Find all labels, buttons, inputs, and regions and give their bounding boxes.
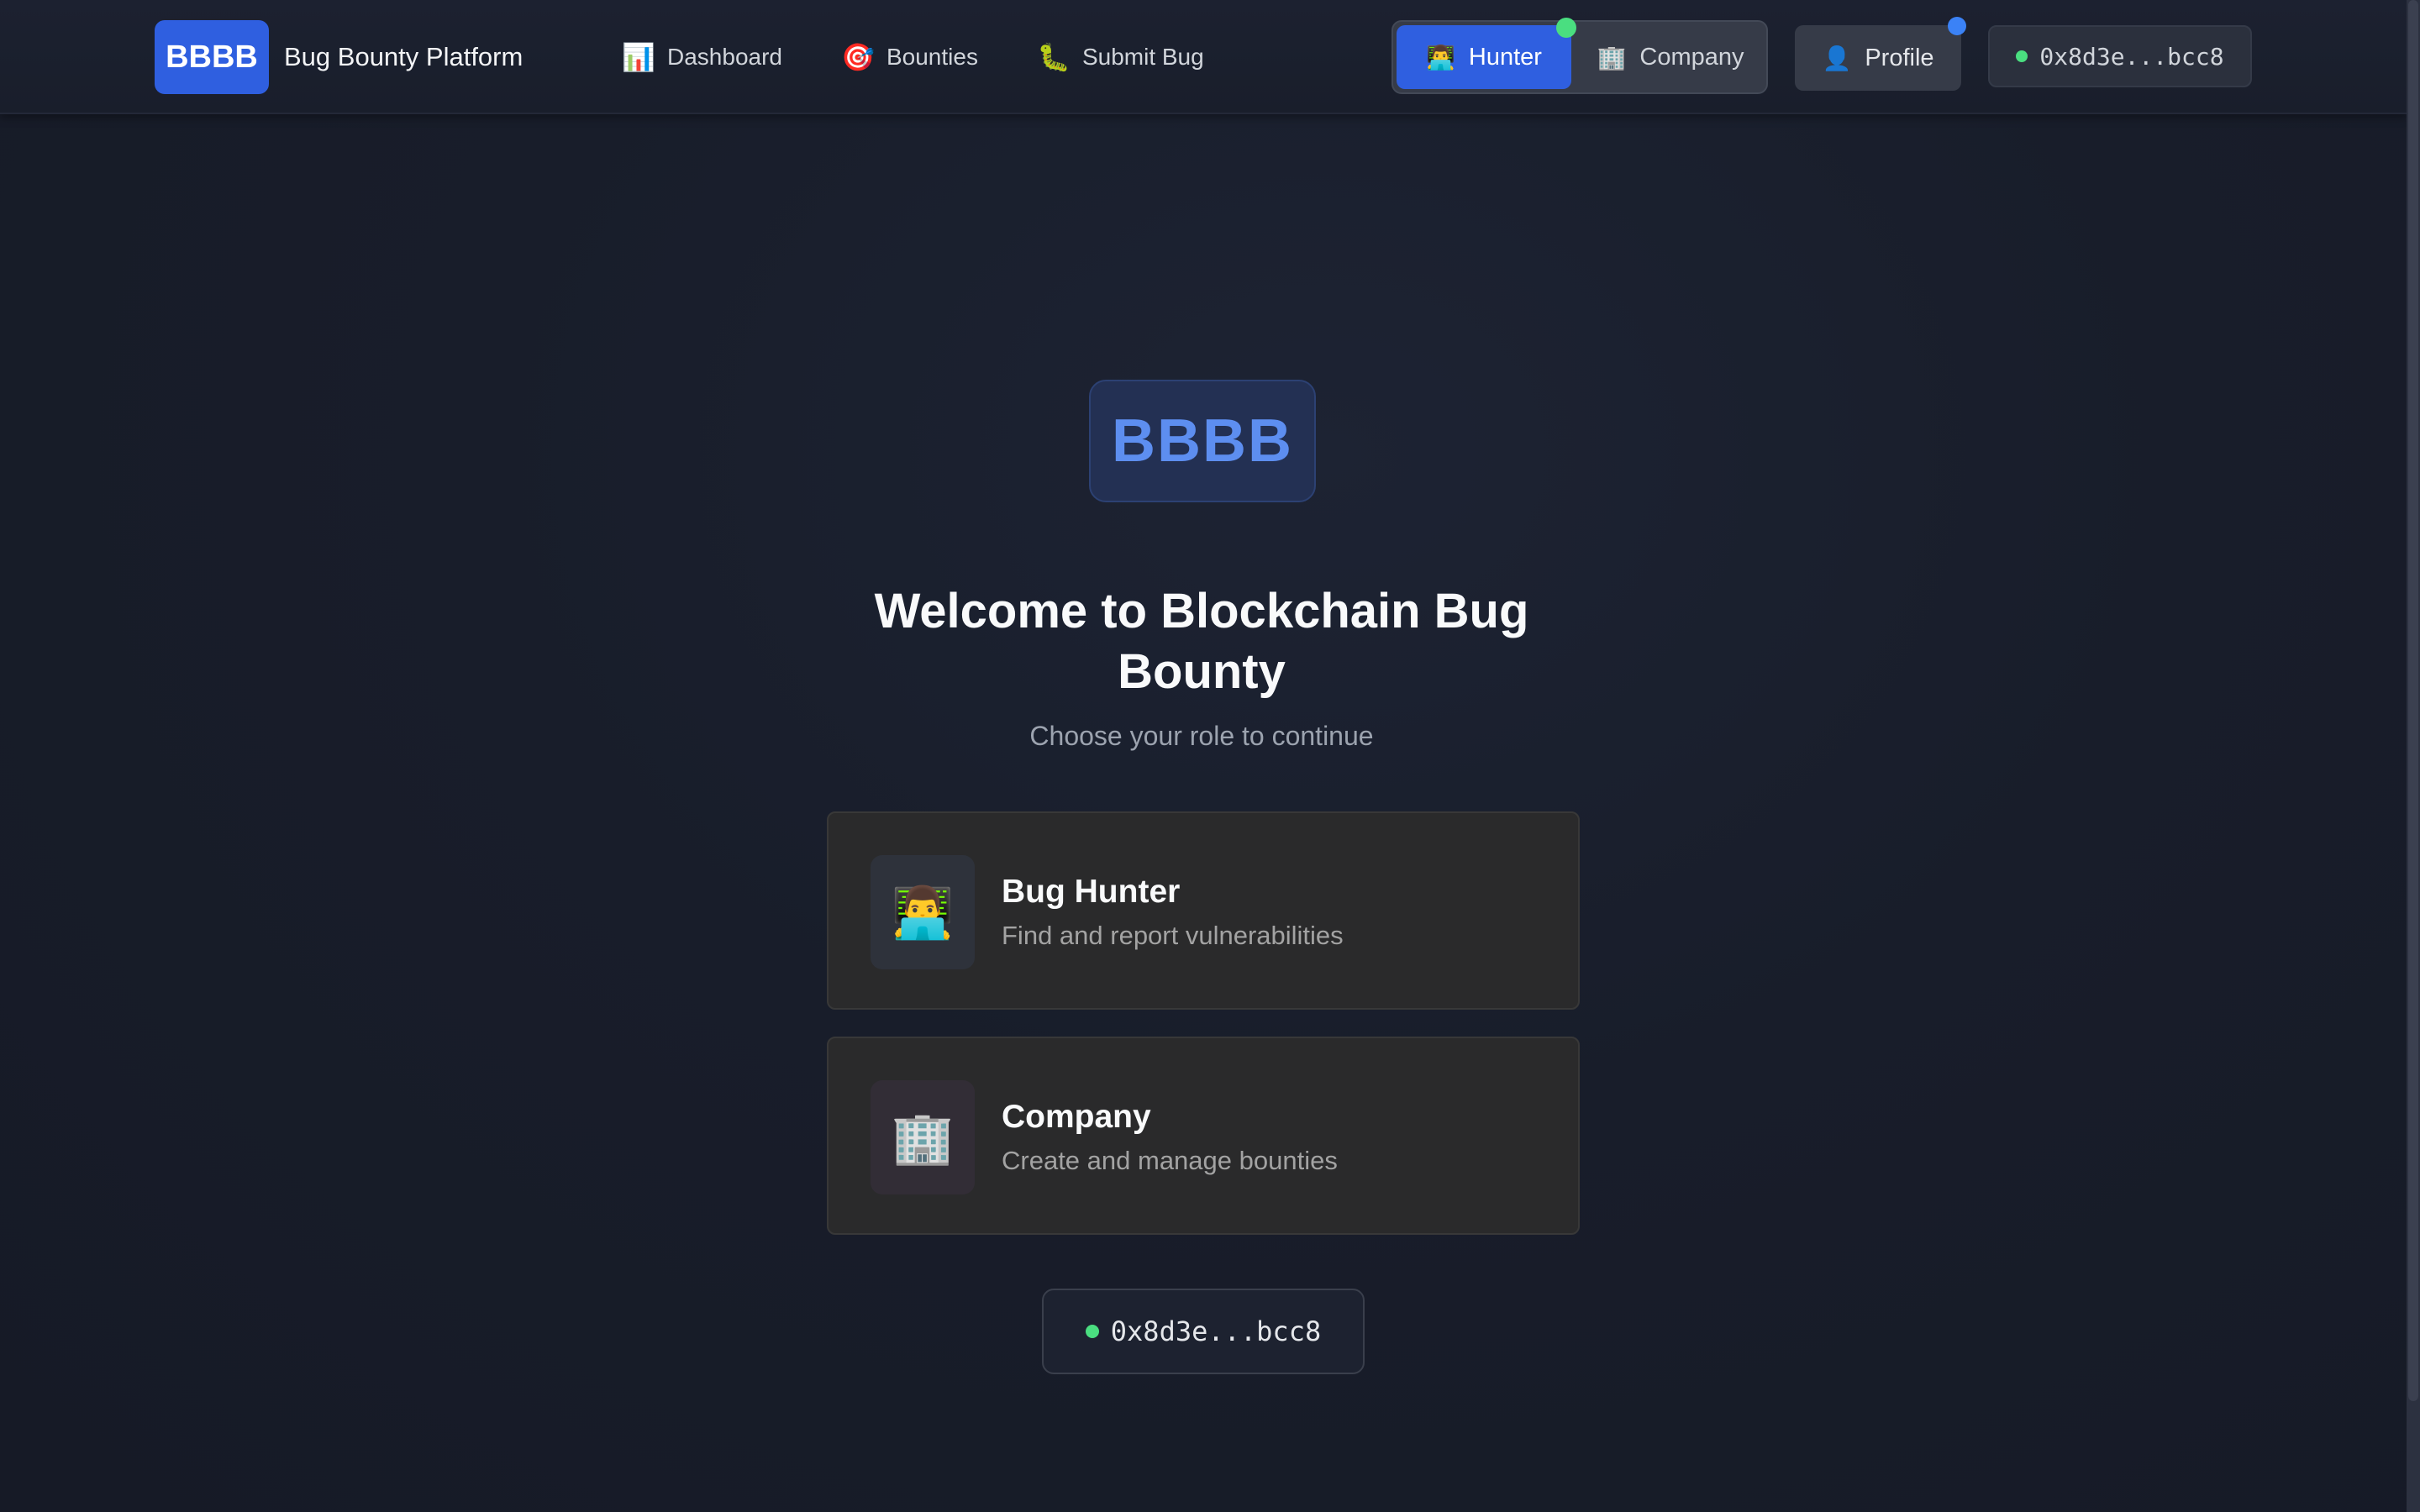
page-title: Welcome to Blockchain Bug Bounty [874, 584, 1529, 699]
nav-link-label: Submit Bug [1081, 44, 1204, 70]
role-card-description: Find and report vulnerabilities [1002, 921, 1344, 950]
target-icon: 🎯 [840, 42, 875, 72]
nav-link-dashboard[interactable]: 📊 Dashboard [622, 32, 782, 82]
bug-icon: 🐛 [1036, 42, 1071, 72]
active-role-indicator-dot [1556, 18, 1576, 38]
nav-link-bounties[interactable]: 🎯 Bounties [841, 32, 978, 82]
scrollbar-thumb[interactable] [2408, 0, 2418, 1401]
role-card-description: Create and manage bounties [1002, 1146, 1338, 1175]
brand[interactable]: BBBB Bug Bounty Platform [155, 20, 523, 94]
hero-logo: BBBB [1089, 380, 1316, 502]
brand-name[interactable]: Bug Bounty Platform [284, 42, 523, 72]
role-card-company[interactable]: 🏢 Company Create and manage bounties [827, 1037, 1580, 1235]
role-toggle: 👨‍💻 Hunter 🏢 Company [1392, 20, 1768, 94]
user-icon: 👤 [1822, 45, 1852, 71]
brand-logo[interactable]: BBBB [155, 20, 269, 94]
wallet-address-button[interactable]: 0x8d3e...bcc8 [1988, 25, 2252, 87]
profile-button[interactable]: 👤 Profile [1795, 25, 1961, 91]
office-building-icon: 🏢 [871, 1080, 975, 1194]
notification-dot [1948, 17, 1966, 35]
role-card-title: Bug Hunter [1002, 874, 1181, 910]
nav-link-label: Dashboard [667, 44, 782, 70]
wallet-address-text: 0x8d3e...bcc8 [1110, 1315, 1322, 1347]
nav-links: 📊 Dashboard 🎯 Bounties 🐛 Submit Bug [622, 32, 1263, 82]
office-building-icon: 🏢 [1597, 44, 1627, 71]
connected-status-dot [1085, 1325, 1099, 1338]
technologist-icon: 👨‍💻 [1426, 44, 1455, 71]
role-card-bug-hunter[interactable]: 👨‍💻 Bug Hunter Find and report vulnerabi… [827, 811, 1580, 1010]
nav-link-label: Bounties [886, 44, 978, 70]
role-toggle-hunter[interactable]: 👨‍💻 Hunter [1397, 25, 1571, 89]
role-toggle-hunter-label: Hunter [1468, 43, 1542, 71]
wallet-address-text: 0x8d3e...bcc8 [2039, 42, 2224, 71]
wallet-status-pill[interactable]: 0x8d3e...bcc8 [1042, 1289, 1365, 1374]
technologist-icon: 👨‍💻 [871, 855, 975, 969]
role-toggle-company[interactable]: 🏢 Company [1575, 25, 1766, 89]
connected-status-dot [2016, 50, 2028, 62]
role-toggle-company-label: Company [1639, 43, 1744, 71]
role-card-title: Company [1002, 1099, 1151, 1135]
profile-button-label: Profile [1865, 44, 1934, 71]
chart-icon: 📊 [622, 42, 655, 72]
nav-link-submit-bug[interactable]: 🐛 Submit Bug [1037, 32, 1204, 82]
page-subtitle: Choose your role to continue [1029, 721, 1374, 751]
